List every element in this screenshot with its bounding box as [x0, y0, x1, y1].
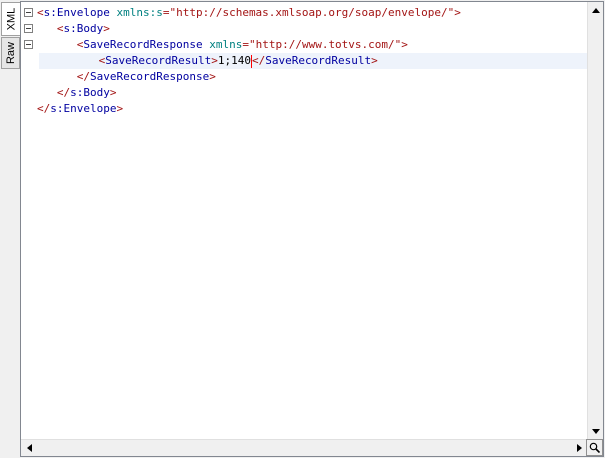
attribute-value: "http://schemas.xmlsoap.org/soap/envelop…: [169, 6, 455, 19]
element-name: SaveRecordResponse: [90, 70, 210, 83]
fold-toggle-body[interactable]: [24, 24, 33, 33]
attribute-value: "http://www.totvs.com/": [248, 38, 402, 51]
tag-bracket: </: [76, 70, 90, 83]
view-tabs: XML Raw: [0, 0, 20, 458]
tag-bracket: >: [454, 6, 461, 19]
code-line: <s:Body>: [37, 21, 587, 37]
tab-xml-label: XML: [5, 7, 17, 31]
tab-raw-label: Raw: [4, 41, 17, 65]
vertical-scrollbar[interactable]: [587, 2, 603, 439]
element-text-value: 1;140: [217, 54, 251, 67]
code-area[interactable]: <s:Envelope xmlns:s="http://schemas.xmls…: [37, 5, 587, 435]
fold-gutter: [21, 2, 35, 440]
code-line: <s:Envelope xmlns:s="http://schemas.xmls…: [37, 5, 587, 21]
tag-bracket: >: [401, 38, 408, 51]
triangle-down-icon: [592, 428, 600, 434]
code-line: </s:Envelope>: [37, 101, 587, 117]
triangle-up-icon: [592, 7, 600, 13]
tag-bracket: >: [371, 54, 378, 67]
scroll-down-button[interactable]: [588, 423, 603, 439]
zoom-button[interactable]: [586, 439, 603, 456]
tag-bracket: >: [116, 102, 124, 115]
element-name: SaveRecordResult: [105, 54, 212, 67]
element-name: s:Envelope: [43, 6, 110, 19]
tag-bracket: </: [251, 54, 266, 67]
fold-toggle-envelope[interactable]: [24, 8, 33, 17]
scroll-right-button[interactable]: [571, 440, 587, 456]
triangle-left-icon: [26, 444, 32, 452]
tag-bracket: >: [109, 86, 117, 99]
xml-viewer-window: XML Raw <s:Envelope xmlns:s="http://sche…: [0, 0, 605, 458]
code-line: </s:Body>: [37, 85, 587, 101]
code-line: <SaveRecordResponse xmlns="http://www.to…: [37, 37, 587, 53]
tab-raw[interactable]: Raw: [1, 37, 20, 69]
element-name: SaveRecordResult: [265, 54, 372, 67]
code-line: </SaveRecordResponse>: [37, 69, 587, 85]
fold-toggle-response[interactable]: [24, 40, 33, 49]
tag-bracket: >: [103, 22, 110, 35]
scroll-left-button[interactable]: [21, 440, 37, 456]
element-name: s:Envelope: [50, 102, 117, 115]
triangle-right-icon: [576, 444, 582, 452]
horizontal-scrollbar[interactable]: [21, 439, 587, 456]
tag-bracket: <: [56, 22, 64, 35]
tag-bracket: </: [37, 102, 51, 115]
element-name: s:Body: [70, 86, 110, 99]
tag-bracket: </: [56, 86, 71, 99]
tag-bracket: >: [209, 70, 216, 83]
element-name: SaveRecordResponse: [83, 38, 203, 51]
equals: =: [242, 38, 249, 51]
attribute-name: xmlns:s: [116, 6, 163, 19]
code-line-current: <SaveRecordResult>1;140</SaveRecordResul…: [39, 53, 587, 69]
attribute-name: xmlns: [209, 38, 243, 51]
tag-bracket: <: [37, 6, 44, 19]
magnifier-icon: [589, 442, 600, 453]
tag-bracket: >: [211, 54, 218, 67]
tab-xml[interactable]: XML: [1, 2, 20, 36]
element-name: s:Body: [63, 22, 104, 35]
xml-editor[interactable]: <s:Envelope xmlns:s="http://schemas.xmls…: [20, 1, 604, 457]
scroll-up-button[interactable]: [588, 2, 603, 18]
